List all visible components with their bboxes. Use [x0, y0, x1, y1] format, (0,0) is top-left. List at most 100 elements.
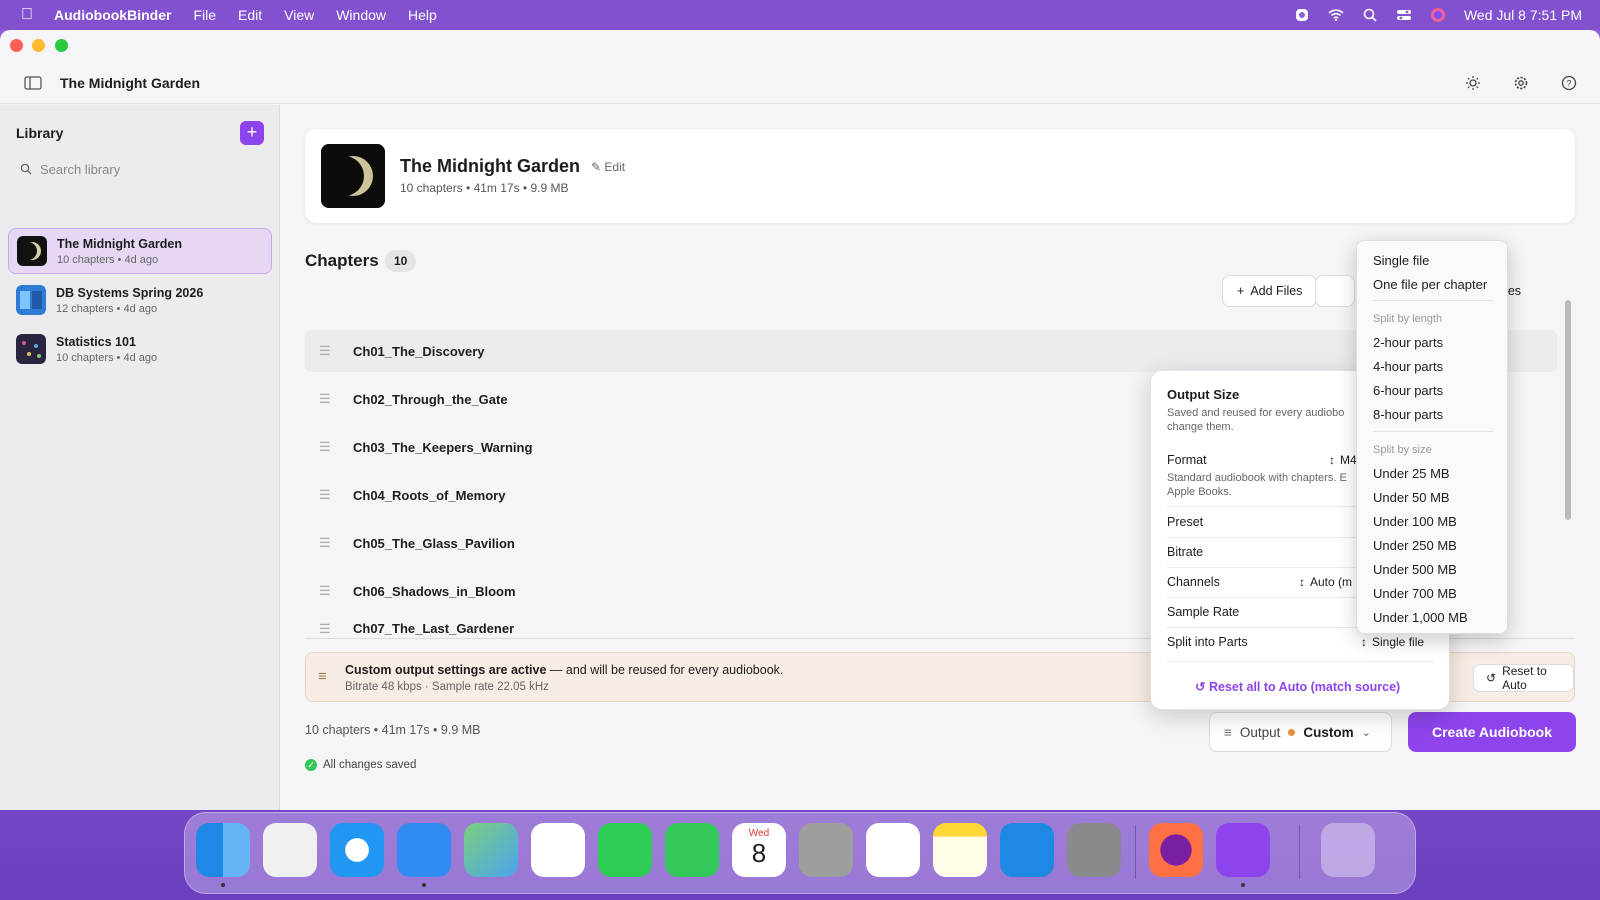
chapter-name: Ch01_The_Discovery — [353, 343, 485, 359]
launchpad-icon[interactable] — [263, 823, 317, 877]
running-indicator — [1241, 883, 1245, 887]
reset-all-label: Reset all to Auto (match source) — [1208, 680, 1401, 694]
divider — [1167, 661, 1435, 662]
create-audiobook-button[interactable]: Create Audiobook — [1408, 712, 1576, 752]
sidebar-toggle-icon[interactable] — [20, 70, 46, 96]
banner-subtitle: Bitrate 48 kbps · Sample rate 22.05 kHz — [345, 681, 549, 693]
channels-select[interactable]: ↕ Auto (m — [1299, 575, 1352, 589]
sidebar-item-db-systems[interactable]: DB Systems Spring 2026 12 chapters • 4d … — [8, 277, 272, 323]
menu-item-50mb[interactable]: Under 50 MB — [1373, 490, 1450, 505]
book-cover-moon-icon — [17, 236, 47, 266]
chapter-name: Ch05_The_Glass_Pavilion — [353, 535, 515, 551]
reset-to-auto-label: Reset to Auto — [1502, 664, 1547, 692]
toolbar: The Midnight Garden ? — [0, 62, 1600, 104]
sidebar-item-name: Statistics 101 — [56, 334, 136, 349]
photos-icon[interactable] — [531, 823, 585, 877]
chevron-down-icon: ⌄ — [1361, 726, 1371, 739]
audiobookbinder-icon[interactable] — [1216, 823, 1270, 877]
menu-item-8-hour[interactable]: 8-hour parts — [1373, 407, 1443, 422]
menu-item-4-hour[interactable]: 4-hour parts — [1373, 359, 1443, 374]
format-description: Standard audiobook with chapters. E Appl… — [1167, 472, 1347, 498]
brightness-icon[interactable] — [1460, 70, 1486, 96]
safari-icon[interactable] — [330, 823, 384, 877]
menu-item-single-file[interactable]: Single file — [1373, 253, 1429, 268]
output-value: Custom — [1303, 724, 1354, 740]
menu-item-1000mb[interactable]: Under 1,000 MB — [1373, 610, 1468, 625]
edit-title-button[interactable]: ✎ Edit — [591, 160, 625, 174]
siri-icon[interactable] — [1430, 7, 1446, 23]
spotlight-search-icon[interactable] — [1362, 7, 1378, 23]
edit-label: Edit — [604, 160, 626, 174]
book-title: The Midnight Garden — [400, 156, 580, 176]
reset-all-button[interactable]: ↺ Reset all to Auto (match source) — [1195, 679, 1400, 694]
menu-item-250mb[interactable]: Under 250 MB — [1373, 538, 1457, 553]
finder-icon[interactable] — [196, 823, 250, 877]
add-files-button[interactable]: + Add Files — [1222, 275, 1318, 307]
split-select[interactable]: ↕ Single file — [1361, 635, 1424, 649]
menu-window[interactable]: Window — [336, 7, 386, 23]
mail-icon[interactable] — [397, 823, 451, 877]
sidebar-item-statistics[interactable]: Statistics 101 10 chapters • 4d ago — [8, 326, 272, 372]
drag-handle-icon[interactable]: ☰ — [319, 343, 333, 359]
zoom-window-button[interactable] — [55, 39, 68, 52]
menu-view[interactable]: View — [284, 7, 314, 23]
reset-to-auto-button[interactable]: ↺ Reset to Auto — [1473, 664, 1574, 692]
menu-item-2-hour[interactable]: 2-hour parts — [1373, 335, 1443, 350]
search-input[interactable]: Search library — [20, 157, 260, 181]
trash-icon[interactable] — [1321, 823, 1375, 877]
facetime-icon[interactable] — [598, 823, 652, 877]
menu-edit[interactable]: Edit — [238, 7, 262, 23]
apple-menu-icon[interactable]:  — [0, 6, 54, 24]
app-menu[interactable]: AudiobookBinder — [54, 7, 171, 23]
drag-handle-icon[interactable]: ☰ — [319, 535, 333, 551]
chapters-heading: Chapters — [305, 251, 379, 270]
add-files-label: Add Files — [1250, 284, 1303, 298]
menu-item-500mb[interactable]: Under 500 MB — [1373, 562, 1457, 577]
firefox-icon[interactable] — [1149, 823, 1203, 877]
menu-section-length: Split by length — [1373, 313, 1443, 325]
menu-item-6-hour[interactable]: 6-hour parts — [1373, 383, 1443, 398]
gear-icon[interactable] — [1508, 70, 1534, 96]
menu-item-700mb[interactable]: Under 700 MB — [1373, 586, 1457, 601]
add-book-button[interactable]: + — [240, 121, 264, 145]
chapter-action-button[interactable] — [1315, 275, 1355, 307]
wifi-icon[interactable] — [1328, 7, 1344, 23]
drag-handle-icon[interactable]: ☰ — [319, 621, 333, 637]
maps-icon[interactable] — [464, 823, 518, 877]
system-settings-icon[interactable] — [1067, 823, 1121, 877]
menu-item-25mb[interactable]: Under 25 MB — [1373, 466, 1450, 481]
help-icon[interactable]: ? — [1556, 70, 1582, 96]
chapter-name: Ch03_The_Keepers_Warning — [353, 439, 533, 455]
split-label: Split into Parts — [1167, 635, 1248, 649]
calendar-icon[interactable]: Wed 8 — [732, 823, 786, 877]
chapters-scrollbar[interactable] — [1565, 300, 1571, 520]
banner-title-bold: Custom output settings are active — [345, 663, 547, 677]
drag-handle-icon[interactable]: ☰ — [319, 439, 333, 455]
menubar-clock[interactable]: Wed Jul 8 7:51 PM — [1464, 7, 1582, 23]
menu-file[interactable]: File — [193, 7, 216, 23]
phone-icon[interactable] — [665, 823, 719, 877]
book-meta: 10 chapters • 41m 17s • 9.9 MB — [400, 181, 569, 195]
notes-icon[interactable] — [933, 823, 987, 877]
app-store-icon[interactable] — [1000, 823, 1054, 877]
sidebar-item-name: The Midnight Garden — [57, 236, 182, 251]
menu-help[interactable]: Help — [408, 7, 437, 23]
drag-handle-icon[interactable]: ☰ — [319, 391, 333, 407]
format-select[interactable]: ↕ M4 — [1329, 453, 1357, 467]
channels-label: Channels — [1167, 575, 1220, 589]
minimize-window-button[interactable] — [32, 39, 45, 52]
record-icon[interactable] — [1294, 7, 1310, 23]
chapter-name: Ch06_Shadows_in_Bloom — [353, 583, 516, 599]
menu-item-per-chapter[interactable]: One file per chapter — [1373, 277, 1487, 292]
output-settings-button[interactable]: ≡ Output Custom ⌄ — [1209, 712, 1392, 752]
sidebar-item-midnight-garden[interactable]: The Midnight Garden 10 chapters • 4d ago — [8, 228, 272, 274]
reminders-icon[interactable] — [866, 823, 920, 877]
book-cover-moon-icon[interactable] — [321, 144, 385, 208]
custom-indicator-dot — [1288, 728, 1296, 736]
menu-item-100mb[interactable]: Under 100 MB — [1373, 514, 1457, 529]
drag-handle-icon[interactable]: ☰ — [319, 487, 333, 503]
close-window-button[interactable] — [10, 39, 23, 52]
contacts-icon[interactable] — [799, 823, 853, 877]
control-center-icon[interactable] — [1396, 7, 1412, 23]
drag-handle-icon[interactable]: ☰ — [319, 583, 333, 599]
